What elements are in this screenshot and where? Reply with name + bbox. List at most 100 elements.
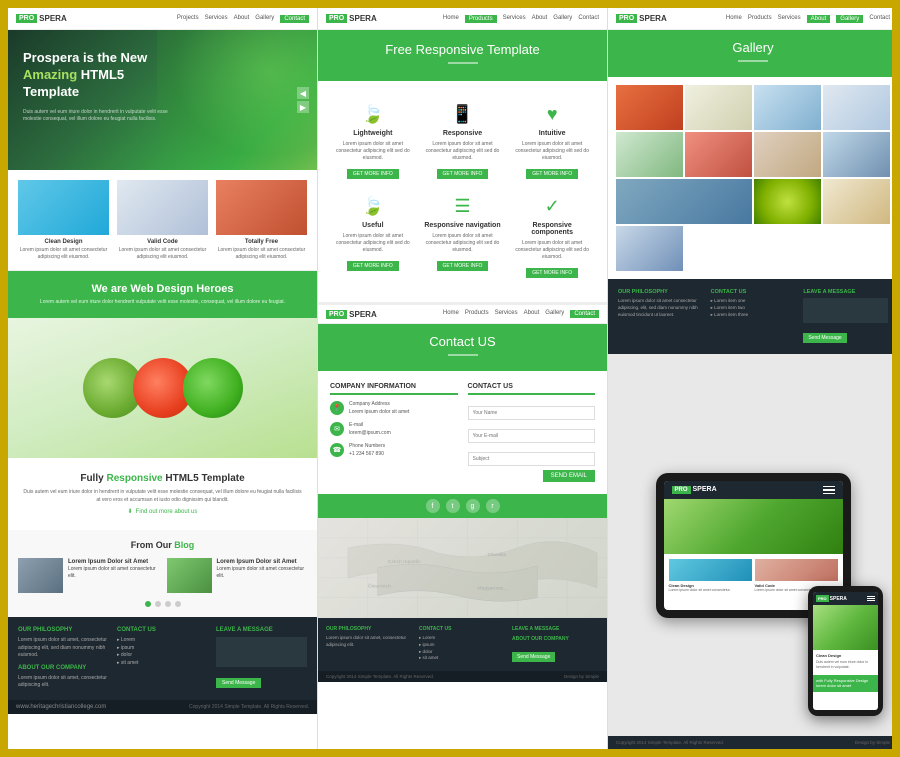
tablet-hamburger-icon[interactable] xyxy=(823,486,835,495)
mid-c-nav-products[interactable]: Products xyxy=(465,310,489,318)
gallery-cell-5[interactable] xyxy=(616,132,683,177)
gallery-cell-1[interactable] xyxy=(616,85,683,130)
mid-c-nav-home[interactable]: Home xyxy=(443,310,459,318)
left-footer-col1: OUR PHILOSOPHY Lorem ipsum dolor sit ame… xyxy=(18,627,109,690)
left-footer: OUR PHILOSOPHY Lorem ipsum dolor sit ame… xyxy=(8,617,317,700)
phone-green-section: with Fully Responsive Design lorem dolor… xyxy=(813,675,878,692)
contact-item-2: ▸ ipsum xyxy=(117,645,134,651)
contact-email-input[interactable] xyxy=(468,429,596,443)
feat-btn-useful[interactable]: GET MORE INFO xyxy=(347,261,399,271)
gallery-cell-3[interactable] xyxy=(754,85,821,130)
mid-column: PRO SPERA Home Products Services About G… xyxy=(318,8,608,749)
feat-btn-responsive[interactable]: GET MORE INFO xyxy=(437,169,489,179)
nav-about[interactable]: About xyxy=(234,15,250,23)
feat-btn-nav[interactable]: GET MORE INFO xyxy=(437,261,489,271)
feature-img-3 xyxy=(216,180,307,235)
phone-green-text: with Fully Responsive Design lorem dolor… xyxy=(816,678,875,689)
right-nav-contact[interactable]: Contact xyxy=(869,15,890,23)
blog-dot-1[interactable] xyxy=(145,601,151,607)
mid-nav-about[interactable]: About xyxy=(532,15,548,23)
right-footer-copy: Copyright 2014 Simple Template. All Righ… xyxy=(616,740,724,745)
gallery-cell-11[interactable] xyxy=(823,179,890,224)
gallery-cell-4[interactable] xyxy=(823,85,890,130)
phone-hamburger-icon[interactable] xyxy=(867,596,875,601)
social-facebook[interactable]: f xyxy=(426,499,440,513)
phone-screen: PRO SPERA Clean Design xyxy=(813,592,878,710)
mid-nav-gallery[interactable]: Gallery xyxy=(553,15,572,23)
mid-c-nav-about[interactable]: About xyxy=(524,310,540,318)
left-footer-bottom: www.heritagechristiancollege.com Copyrig… xyxy=(8,700,317,714)
blog-section: From Our Blog Lorem Ipsum Dolor sit Amet… xyxy=(8,530,317,617)
phone-mockup: PRO SPERA Clean Design xyxy=(808,586,883,716)
blog-dot-2[interactable] xyxy=(155,601,161,607)
mid-nav-contact[interactable]: Contact xyxy=(578,15,599,23)
right-nav-home[interactable]: Home xyxy=(726,15,742,23)
mid-nav-products[interactable]: Products xyxy=(465,15,497,23)
hero-arrows: ◀ ▶ xyxy=(297,87,309,113)
tablet-logo-pro: PRO xyxy=(672,486,691,494)
mid-nav-services[interactable]: Services xyxy=(503,15,526,23)
phil-contact-item2: ▸ Lorem item two xyxy=(711,305,745,310)
mid-c-nav-contact[interactable]: Contact xyxy=(570,310,599,318)
social-rss[interactable]: r xyxy=(486,499,500,513)
blog-item-1-title: Lorem Ipsum Dolor sit Amet xyxy=(68,558,159,566)
phil-col3: LEAVE A MESSAGE Send Message xyxy=(803,289,888,344)
mid-c-nav-gallery[interactable]: Gallery xyxy=(545,310,564,318)
right-nav-about[interactable]: About xyxy=(807,15,831,23)
gallery-cell-12[interactable] xyxy=(616,226,683,271)
fruit-section xyxy=(8,318,317,458)
gallery-cell-8[interactable] xyxy=(823,132,890,177)
nav-gallery[interactable]: Gallery xyxy=(255,15,274,23)
right-nav-products[interactable]: Products xyxy=(748,15,772,23)
feat-btn-intuitive[interactable]: GET MORE INFO xyxy=(526,169,578,179)
nav-projects[interactable]: Projects xyxy=(177,15,199,23)
mid-contact-nav-items: Home Products Services About Gallery Con… xyxy=(443,310,599,318)
gallery-cell-7[interactable] xyxy=(754,132,821,177)
mid-footer-col1: OUR PHILOSOPHY Lorem ipsum dolor sit ame… xyxy=(326,626,413,663)
blog-dot-4[interactable] xyxy=(175,601,181,607)
gallery-cell-6[interactable] xyxy=(685,132,752,177)
right-nav-bar: PRO SPERA Home Products Services About G… xyxy=(608,8,892,30)
right-nav-services[interactable]: Services xyxy=(778,15,801,23)
gallery-cell-9-wide[interactable] xyxy=(616,179,752,224)
left-nav-bar: PRO SPERA Projects Services About Galler… xyxy=(8,8,317,30)
gallery-cell-2[interactable] xyxy=(685,85,752,130)
feat-title-lightweight: Lightweight xyxy=(333,130,413,137)
mid-nav-home[interactable]: Home xyxy=(443,15,459,23)
social-google[interactable]: g xyxy=(466,499,480,513)
mid-nav-items: Home Products Services About Gallery Con… xyxy=(443,15,599,23)
mid-footer-send-btn[interactable]: Send Message xyxy=(512,652,555,662)
right-nav-gallery[interactable]: Gallery xyxy=(836,15,863,23)
nav-services[interactable]: Services xyxy=(205,15,228,23)
gallery-cell-10[interactable] xyxy=(754,179,821,224)
social-twitter[interactable]: t xyxy=(446,499,460,513)
logo-spera-text: SPERA xyxy=(39,14,67,23)
phone-icon: ☎ xyxy=(330,443,344,457)
feat-btn-lightweight[interactable]: GET MORE INFO xyxy=(347,169,399,179)
tablet-logo: PRO SPERA xyxy=(672,486,717,494)
responsive-title: Fully Responsive HTML5 Template xyxy=(23,473,302,484)
nav-contact[interactable]: Contact xyxy=(280,15,309,23)
feat-title-components: Responsive components xyxy=(512,222,592,236)
gallery-header-line xyxy=(738,60,768,62)
feat-btn-components[interactable]: GET MORE INFO xyxy=(526,268,578,278)
contact-map: Czech republic Slovakia Österreich Magya… xyxy=(318,518,607,618)
mid-footer-bottom: Copyright 2014 Simple Template. All Righ… xyxy=(318,671,607,682)
features-section: Clean Design Lorem ipsum dolor sit amet … xyxy=(8,170,317,271)
contact-form-title: CONTACT US xyxy=(468,383,596,395)
contact-subject-input[interactable] xyxy=(468,452,596,466)
hero-arrow-up[interactable]: ◀ xyxy=(297,87,309,99)
phil-send-btn[interactable]: Send Message xyxy=(803,333,846,343)
contact-send-btn[interactable]: SEND EMAIL xyxy=(543,470,595,482)
mid-c-nav-services[interactable]: Services xyxy=(495,310,518,318)
phone-ham-1 xyxy=(867,596,875,597)
mid-footer-col2-text: ▸ Lorem▸ ipsum▸ dolor▸ sit amet xyxy=(419,635,506,662)
contact-name-input[interactable] xyxy=(468,406,596,420)
blog-dot-3[interactable] xyxy=(165,601,171,607)
send-message-btn[interactable]: Send Message xyxy=(216,678,261,688)
hero-arrow-down[interactable]: ▶ xyxy=(297,101,309,113)
svg-text:Österreich: Österreich xyxy=(368,583,391,590)
mid-footer-col1-title: OUR PHILOSOPHY xyxy=(326,626,413,632)
phone-content-title: Clean Design xyxy=(816,653,875,658)
responsive-link[interactable]: ⬇ Find out more about us xyxy=(23,508,302,515)
